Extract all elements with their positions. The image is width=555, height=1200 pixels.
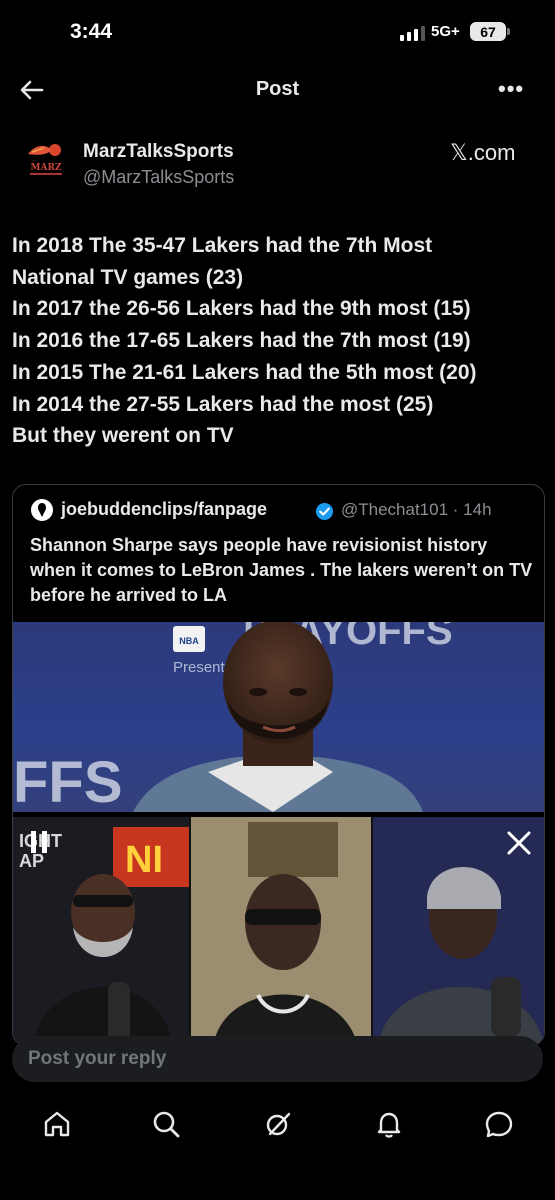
post-line: But they werent on TV <box>12 424 234 448</box>
post-line: National TV games (23) <box>12 265 244 289</box>
post-text: In 2018 The 35-47 Lakers had the 7th Mos… <box>12 230 552 452</box>
more-options-icon[interactable]: ••• <box>498 76 524 102</box>
reply-placeholder: Post your reply <box>28 1048 167 1069</box>
quote-author-handle: @Thechat101 · 14h <box>341 500 492 519</box>
battery-icon: 67 <box>470 22 506 41</box>
reply-input[interactable]: Post your reply <box>12 1036 543 1082</box>
svg-text:MARZ: MARZ <box>31 163 62 173</box>
video-frame-bottom[interactable]: NI IGHT AP <box>13 817 544 1045</box>
video-frame-top[interactable]: PLAYOFFS NBA Present FFS <box>13 622 544 812</box>
press-conference-image: PLAYOFFS NBA Present FFS <box>13 622 453 812</box>
svg-text:IGHT: IGHT <box>19 831 62 851</box>
post-line: In 2017 the 26-56 Lakers had the 9th mos… <box>12 297 471 321</box>
background-letters: FFS <box>13 750 123 812</box>
nba-logo-text: NBA <box>179 636 199 646</box>
signal-icon <box>400 26 425 41</box>
network-label: 5G+ <box>431 23 460 40</box>
post-line: In 2018 The 35-47 Lakers had the 7th Mos… <box>12 234 433 257</box>
status-time: 3:44 <box>70 20 113 43</box>
svg-text:AP: AP <box>19 851 44 871</box>
quote-text: Shannon Sharpe says people have revision… <box>30 535 533 605</box>
podcast-hosts-image: NI IGHT AP <box>13 817 544 1045</box>
quoted-post[interactable]: joebuddenclips/fanpage @Thechat101 · 14h… <box>12 484 545 1046</box>
source-label[interactable]: 𝕏.com <box>450 140 515 166</box>
messages-icon[interactable] <box>483 1108 515 1140</box>
battery-tip <box>507 28 510 35</box>
post-line: In 2014 the 27-55 Lakers had the most (2… <box>12 392 434 416</box>
post-line: In 2015 The 21-61 Lakers had the 5th mos… <box>12 360 477 384</box>
grok-icon[interactable] <box>262 1108 294 1140</box>
quote-author-name: joebuddenclips/fanpage <box>61 499 268 519</box>
page-title: Post <box>255 78 300 100</box>
verified-badge-icon <box>315 502 334 521</box>
search-icon[interactable] <box>150 1108 182 1140</box>
svg-text:NI: NI <box>125 839 163 881</box>
quote-avatar <box>31 499 53 521</box>
home-icon[interactable] <box>41 1108 73 1140</box>
presented-sign: Present <box>173 659 226 676</box>
author-name[interactable]: MarzTalksSports <box>83 141 234 163</box>
author-avatar[interactable]: MARZ <box>22 140 70 180</box>
post-line: In 2016 the 17-65 Lakers had the 7th mos… <box>12 329 471 353</box>
back-arrow-icon[interactable] <box>18 76 46 104</box>
notifications-icon[interactable] <box>373 1108 405 1140</box>
author-handle[interactable]: @MarzTalksSports <box>83 167 234 188</box>
